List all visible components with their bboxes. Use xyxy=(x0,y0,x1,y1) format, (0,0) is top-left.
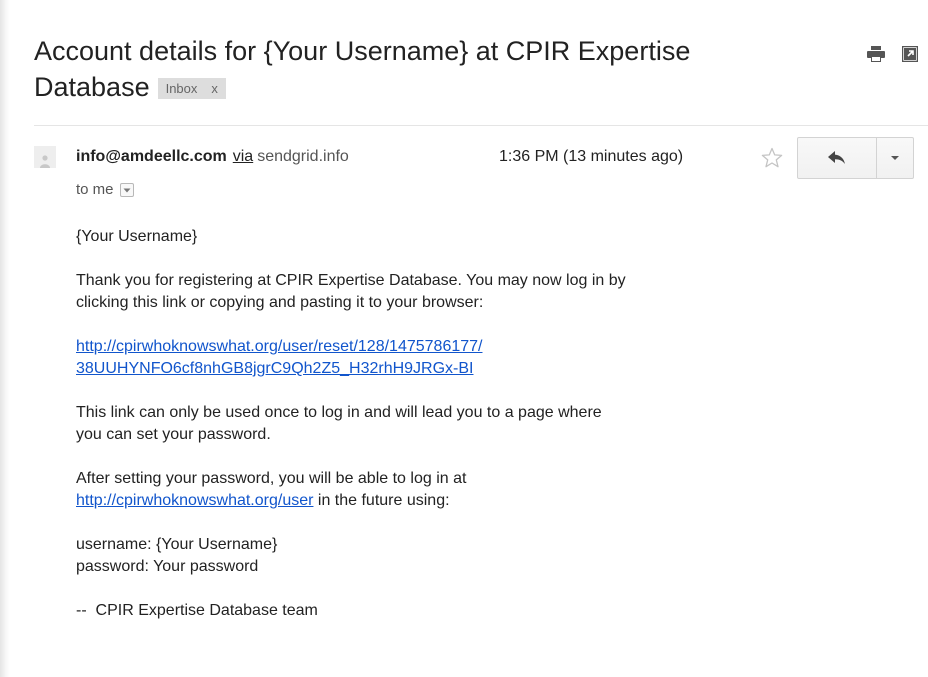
sender-info: info@amdeellc.com via sendgrid.info xyxy=(76,146,349,168)
intro-line: Thank you for registering at CPIR Expert… xyxy=(76,272,626,289)
intro-line: clicking this link or copying and pastin… xyxy=(76,294,484,311)
after-line: After setting your password, you will be… xyxy=(76,470,467,487)
once-line: you can set your password. xyxy=(76,426,271,443)
message-timestamp[interactable]: 1:36 PM (13 minutes ago) xyxy=(499,146,683,168)
printer-icon xyxy=(867,46,885,62)
more-actions-button[interactable] xyxy=(877,137,914,179)
remove-label-button[interactable]: x xyxy=(211,81,218,96)
via-link[interactable]: via xyxy=(233,148,253,165)
via-domain: sendgrid.info xyxy=(257,148,349,165)
intro-paragraph: Thank you for registering at CPIR Expert… xyxy=(76,270,836,314)
inbox-label-text: Inbox xyxy=(165,81,198,96)
signature: -- CPIR Expertise Database team xyxy=(76,602,318,619)
chevron-down-icon xyxy=(891,156,899,160)
star-button[interactable] xyxy=(760,146,784,170)
credentials-paragraph: username: {Your Username} password: Your… xyxy=(76,534,836,578)
message-body: {Your Username} Thank you for registerin… xyxy=(76,226,836,622)
username-line: username: {Your Username} xyxy=(76,536,278,553)
greeting: {Your Username} xyxy=(76,228,198,245)
open-new-window-button[interactable] xyxy=(900,44,920,64)
inbox-label-chip[interactable]: Inbox x xyxy=(157,78,226,99)
sender-email[interactable]: info@amdeellc.com xyxy=(76,148,227,165)
reply-icon xyxy=(828,151,845,164)
small-chevron-down-icon xyxy=(123,188,131,192)
password-line: password: Your password xyxy=(76,558,259,575)
email-subject: Account details for {Your Username} at C… xyxy=(34,33,794,105)
after-line-suffix: in the future using: xyxy=(313,492,450,509)
user-login-link[interactable]: http://cpirwhoknowswhat.org/user xyxy=(76,492,313,509)
open-in-new-window-icon xyxy=(902,46,918,62)
show-details-button[interactable] xyxy=(119,183,134,197)
reply-button[interactable] xyxy=(797,137,877,179)
sender-avatar[interactable] xyxy=(34,146,56,168)
reset-link[interactable]: http://cpirwhoknowswhat.org/user/reset/1… xyxy=(76,338,482,355)
left-pane-shadow xyxy=(0,0,10,677)
after-paragraph: After setting your password, you will be… xyxy=(76,468,836,512)
thread-actions xyxy=(866,44,920,64)
reply-button-group xyxy=(797,137,914,179)
header-divider xyxy=(34,125,928,126)
recipient-text: to me xyxy=(76,181,114,198)
once-line: This link can only be used once to log i… xyxy=(76,404,602,421)
email-view: Account details for {Your Username} at C… xyxy=(0,0,928,677)
reset-link-continued[interactable]: 38UUHYNFO6cf8nhGB8jgrC9Qh2Z5_H32rhH9JRGx… xyxy=(76,360,473,377)
star-outline-icon xyxy=(761,147,783,168)
person-silhouette-icon xyxy=(40,155,50,168)
reset-link-paragraph: http://cpirwhoknowswhat.org/user/reset/1… xyxy=(76,336,836,380)
print-all-button[interactable] xyxy=(866,44,886,64)
once-paragraph: This link can only be used once to log i… xyxy=(76,402,836,446)
recipient-line: to me xyxy=(76,179,134,201)
subject-text: Account details for {Your Username} at C… xyxy=(34,36,691,102)
